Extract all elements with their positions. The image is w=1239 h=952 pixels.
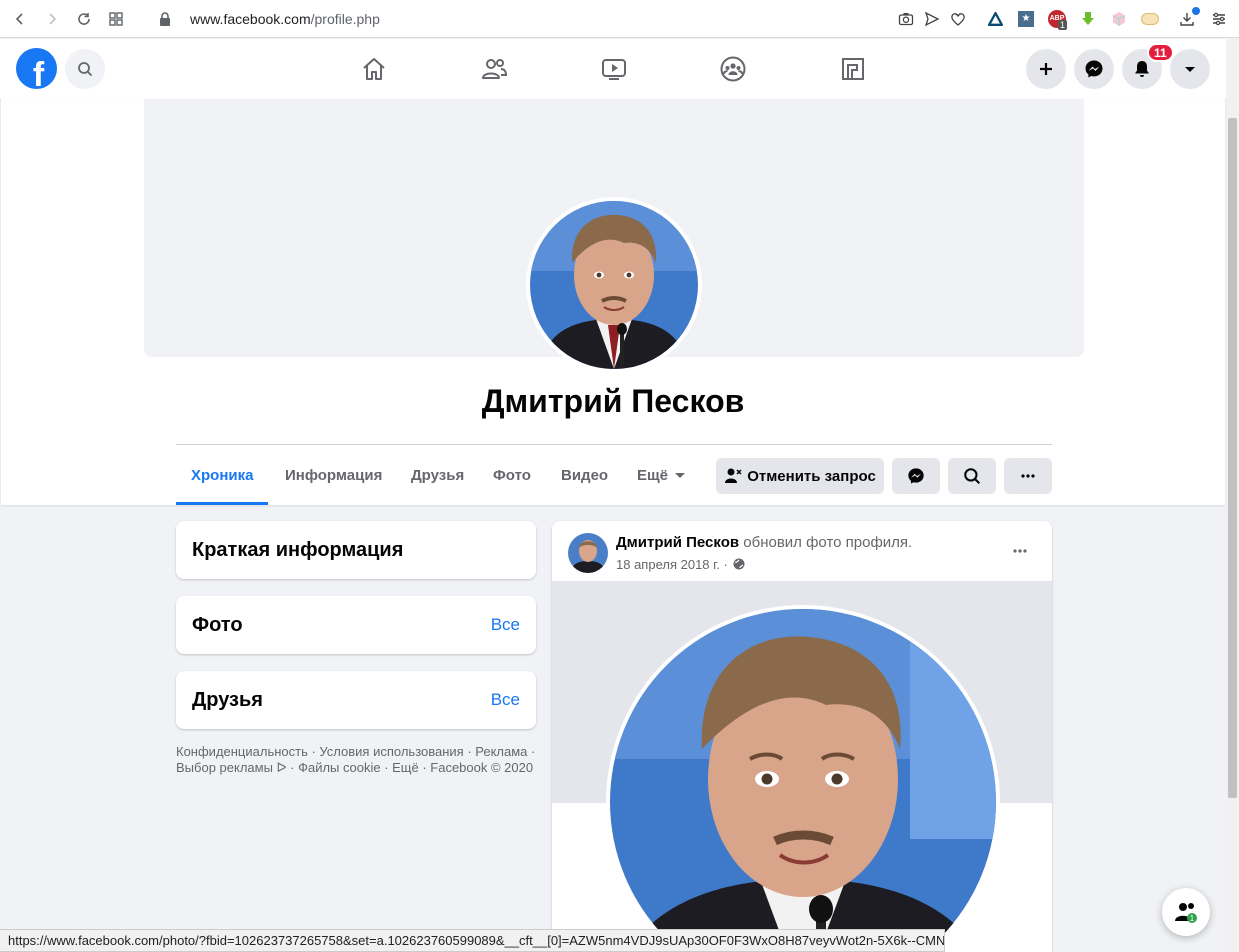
create-button[interactable] (1026, 49, 1066, 89)
watch-icon (602, 59, 626, 80)
tab-timeline[interactable]: Хроника (191, 458, 253, 504)
heart-icon[interactable] (948, 9, 968, 29)
tab-videos[interactable]: Видео (561, 458, 608, 504)
more-options-button[interactable] (1004, 458, 1052, 494)
post-options-button[interactable] (1002, 533, 1038, 569)
facebook-header: f (0, 39, 1226, 99)
tab-home[interactable] (318, 39, 430, 99)
message-button[interactable] (892, 458, 940, 494)
intro-card: Краткая информация (176, 521, 536, 579)
friends-card: Друзья Все (176, 671, 536, 729)
tab-about-label: Информация (285, 467, 383, 484)
profile-search-button[interactable] (948, 458, 996, 494)
post-author-avatar[interactable] (568, 533, 608, 573)
adblock-icon[interactable]: ABP 1 (1047, 9, 1068, 30)
url-path: /profile.php (310, 11, 380, 27)
profile-name: Дмитрий Песков (481, 383, 745, 419)
speed-dial-icon[interactable] (100, 0, 132, 38)
reload-icon[interactable] (68, 0, 100, 38)
post-header-text: Дмитрий Песков обновил фото профиля. (616, 534, 912, 551)
post-action: обновил фото профиля. (739, 534, 913, 551)
contacts-icon: 1 (1175, 903, 1197, 923)
post-author-name[interactable]: Дмитрий Песков (616, 534, 739, 551)
friends-icon (482, 59, 508, 79)
footer-line-2[interactable]: Выбор рекламы ᐅ · Файлы cookie · Ещё · F… (176, 760, 536, 776)
header-divider (176, 444, 1052, 445)
ellipsis-icon (1021, 474, 1035, 478)
download-ext-icon[interactable] (1078, 9, 1098, 29)
browser-status-bar: https://www.facebook.com/photo/?fbid=102… (0, 929, 945, 952)
globe-icon (733, 558, 745, 570)
send-icon[interactable] (922, 9, 942, 29)
search-icon (78, 62, 93, 77)
footer-links[interactable]: Конфиденциальность · Условия использован… (176, 744, 536, 776)
tab-groups[interactable] (677, 39, 789, 99)
tab-more-label: Ещё (637, 467, 669, 484)
tab-about[interactable]: Информация (285, 458, 382, 504)
post-date[interactable]: 18 апреля 2018 г. · (616, 557, 745, 572)
camera-icon[interactable] (896, 9, 916, 29)
home-icon (363, 58, 385, 80)
adblock-count: 1 (1058, 20, 1068, 30)
bell-icon (1135, 61, 1149, 77)
messenger-button[interactable] (1074, 49, 1114, 89)
post-date-text: 18 апреля 2018 г. · (616, 557, 728, 572)
caret-down-icon (1185, 67, 1195, 72)
post-photo-image (610, 609, 996, 952)
download-dot-icon (1192, 7, 1200, 15)
profile-photo-image (530, 201, 698, 369)
caret-down-icon (675, 473, 686, 478)
svg-text:1: 1 (1190, 914, 1195, 923)
cancel-friend-icon (725, 468, 742, 483)
tab-videos-label: Видео (561, 467, 609, 484)
gaming-icon (842, 58, 864, 80)
downloads-icon[interactable] (1177, 7, 1200, 29)
plus-icon (1040, 63, 1052, 75)
messenger-icon (1085, 60, 1103, 78)
forward-icon[interactable] (36, 0, 68, 38)
tab-friends[interactable] (438, 39, 550, 99)
logo-letter: f (32, 56, 45, 89)
search-icon (964, 468, 981, 485)
lock-icon[interactable] (158, 11, 172, 27)
friends-see-all-link[interactable]: Все (491, 690, 520, 710)
footer-line-1[interactable]: Конфиденциальность · Условия использован… (176, 744, 536, 760)
extension-icon[interactable] (1140, 9, 1160, 29)
groups-icon (720, 56, 746, 82)
account-menu-button[interactable] (1170, 49, 1210, 89)
cube-icon[interactable] (1109, 9, 1129, 29)
menu-icon[interactable] (1209, 9, 1229, 29)
url-host: www.facebook.com (190, 11, 311, 27)
photos-card: Фото Все (176, 596, 536, 654)
tab-more[interactable]: Ещё (637, 458, 686, 504)
notifications-badge: 11 (1147, 43, 1174, 62)
photos-see-all-link[interactable]: Все (491, 615, 520, 635)
scrollbar-thumb[interactable] (1228, 118, 1237, 798)
address-bar[interactable]: www.facebook.com/profile.php (190, 11, 380, 27)
profile-picture[interactable] (526, 197, 702, 373)
post-card: Дмитрий Песков обновил фото профиля. 18 … (552, 521, 1052, 952)
photos-title: Фото (192, 614, 243, 636)
facebook-logo[interactable]: f (16, 48, 57, 89)
bookmark-icon[interactable]: ★ (1016, 9, 1036, 29)
tab-friends[interactable]: Друзья (411, 458, 464, 504)
tab-photos-label: Фото (493, 467, 531, 484)
active-tab-indicator (176, 502, 268, 505)
tab-gaming[interactable] (797, 39, 909, 99)
ellipsis-icon (1013, 549, 1027, 553)
back-icon[interactable] (4, 0, 36, 38)
cancel-request-label: Отменить запрос (747, 467, 876, 485)
tab-timeline-label: Хроника (191, 467, 254, 484)
vpn-icon[interactable] (985, 9, 1005, 29)
friends-title: Друзья (192, 689, 263, 711)
tab-photos[interactable]: Фото (493, 458, 531, 504)
tab-watch[interactable] (558, 39, 670, 99)
browser-toolbar: www.facebook.com/profile.php ★ ABP 1 (0, 0, 1239, 38)
cancel-request-button[interactable]: Отменить запрос (716, 458, 884, 494)
tab-friends-label: Друзья (411, 467, 465, 484)
messenger-icon (908, 468, 924, 484)
new-contacts-button[interactable]: 1 (1162, 888, 1210, 936)
intro-title: Краткая информация (192, 539, 404, 561)
search-button[interactable] (65, 49, 105, 89)
